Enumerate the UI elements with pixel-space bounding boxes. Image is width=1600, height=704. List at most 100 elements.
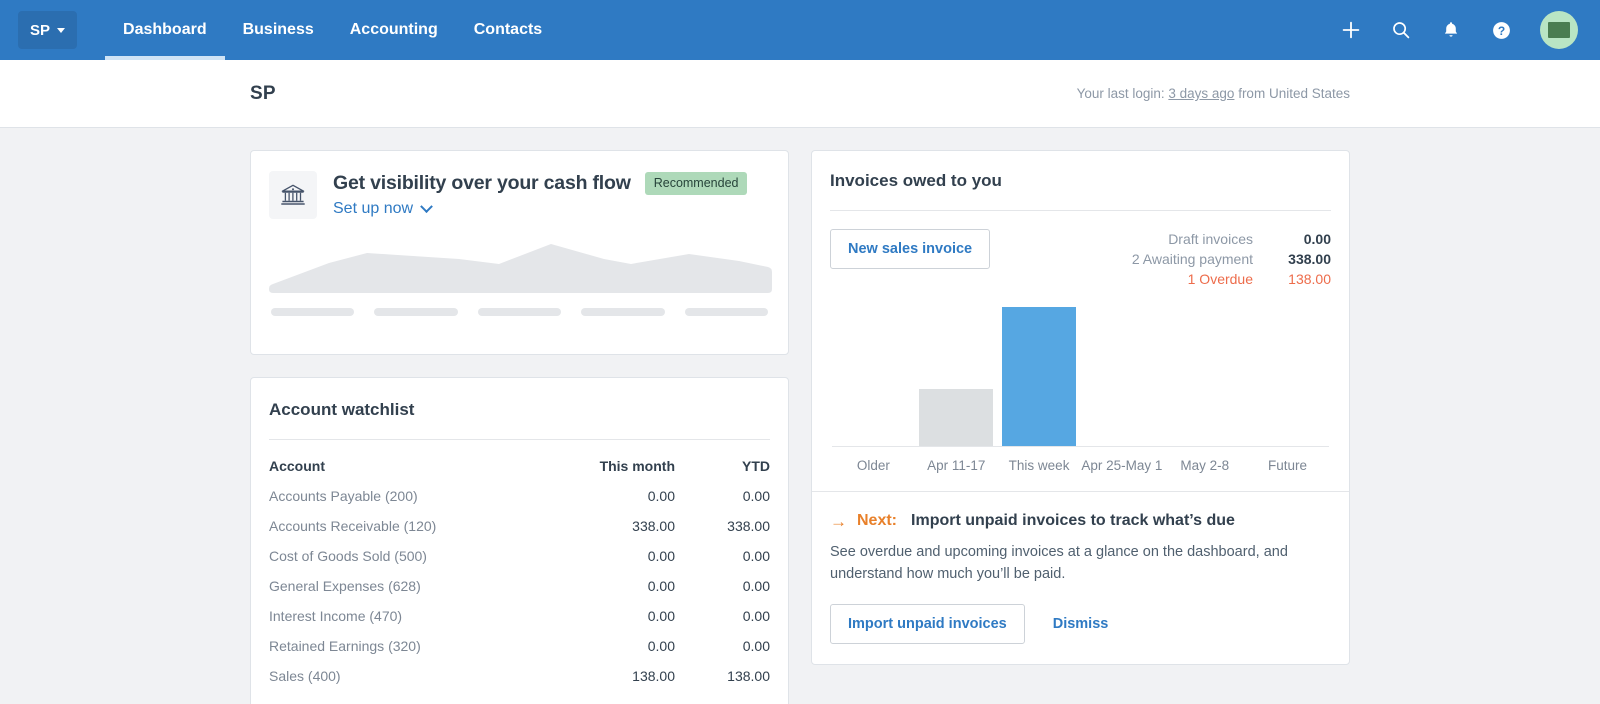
chart-label-older: Older [856, 458, 890, 473]
last-login-link[interactable]: 3 days ago [1168, 86, 1234, 101]
figure-value-draft: 0.00 [1303, 231, 1331, 247]
figure-row-draft[interactable]: Draft invoices 0.00 [1132, 229, 1331, 249]
placeholder-tick [581, 308, 665, 316]
org-switcher-button[interactable]: SP [18, 11, 78, 49]
recommended-badge: Recommended [644, 172, 748, 195]
account-name[interactable]: Accounts Receivable (120) [269, 511, 545, 541]
account-name[interactable]: Sales (400) [269, 661, 545, 691]
next-step-panel: → Next: Import unpaid invoices to track … [812, 491, 1349, 664]
user-avatar[interactable] [1540, 11, 1578, 49]
account-ytd: 338.00 [727, 518, 770, 534]
nav-item-dashboard-label: Dashboard [123, 21, 207, 38]
account-this-month: 0.00 [647, 638, 675, 654]
account-name[interactable]: General Expenses (628) [269, 571, 545, 601]
account-ytd: 0.00 [742, 638, 770, 654]
account-name[interactable]: Retained Earnings (320) [269, 631, 545, 661]
account-this-month: 0.00 [647, 608, 675, 624]
account-this-month: 338.00 [632, 518, 675, 534]
table-row[interactable]: Interest Income (470) 0.00 0.00 [269, 601, 770, 631]
chart-bar-apr-11-17[interactable] [919, 389, 994, 446]
account-name[interactable]: Cost of Goods Sold (500) [269, 541, 545, 571]
chart-x-axis-labels: Older Apr 11-17 This week Apr 25-May 1 M… [832, 447, 1329, 491]
last-login-info: Your last login: 3 days ago from United … [1077, 86, 1350, 101]
chart-label-may-2-8: May 2-8 [1180, 458, 1230, 473]
table-row[interactable]: Accounts Receivable (120) 338.00 338.00 [269, 511, 770, 541]
invoices-section: Invoices owed to you New sales invoice D… [812, 151, 1349, 491]
chart-label-this-week: This week [1008, 458, 1070, 473]
account-watchlist-card: Account watchlist Account This month YTD… [250, 377, 789, 704]
chart-label-apr-11-17: Apr 11-17 [927, 458, 986, 473]
chart-bar-slot-this-week [998, 307, 1081, 446]
figure-value-awaiting: 338.00 [1288, 251, 1331, 267]
figure-label-draft[interactable]: Draft invoices [1168, 231, 1253, 247]
organisation-subheader: SP Your last login: 3 days ago from Unit… [0, 60, 1600, 128]
table-row[interactable]: Accounts Payable (200) 0.00 0.00 [269, 481, 770, 511]
nav-item-dashboard[interactable]: Dashboard [105, 0, 225, 60]
cash-flow-title: Get visibility over your cash flow [333, 172, 631, 194]
chart-bar-slot-apr-25-may-1 [1080, 307, 1163, 446]
figure-row-awaiting[interactable]: 2 Awaiting payment 338.00 [1132, 249, 1331, 269]
arrow-right-icon: → [830, 511, 847, 531]
table-row[interactable]: Sales (400) 138.00 138.00 [269, 661, 770, 691]
last-login-suffix: from United States [1234, 86, 1350, 101]
cash-flow-text: Get visibility over your cash flow Recom… [333, 171, 770, 218]
account-ytd: 0.00 [742, 578, 770, 594]
figure-label-overdue[interactable]: 1 Overdue [1188, 271, 1253, 287]
new-sales-invoice-button[interactable]: New sales invoice [830, 229, 991, 269]
nav-item-accounting[interactable]: Accounting [332, 0, 456, 60]
figure-row-overdue[interactable]: 1 Overdue 138.00 [1132, 269, 1331, 289]
next-label: Next: [857, 512, 898, 529]
plus-icon[interactable] [1338, 17, 1364, 43]
dismiss-button[interactable]: Dismiss [1039, 605, 1123, 643]
column-header-ytd: YTD [742, 458, 770, 474]
set-up-now-link[interactable]: Set up now [333, 199, 433, 218]
account-name[interactable]: Accounts Payable (200) [269, 481, 545, 511]
placeholder-tick [271, 308, 355, 316]
account-name[interactable]: Interest Income (470) [269, 601, 545, 631]
right-column: Invoices owed to you New sales invoice D… [811, 150, 1350, 665]
chart-bar-slot-apr-11-17 [915, 307, 998, 446]
nav-item-contacts[interactable]: Contacts [456, 0, 560, 60]
cash-flow-title-row: Get visibility over your cash flow Recom… [333, 172, 770, 195]
nav-item-business-label: Business [242, 21, 314, 38]
next-step-header: → Next: Import unpaid invoices to track … [830, 512, 1331, 530]
cash-flow-placeholder-chart [269, 241, 772, 296]
table-row[interactable]: General Expenses (628) 0.00 0.00 [269, 571, 770, 601]
bank-icon [269, 171, 317, 219]
placeholder-tick [477, 308, 562, 316]
next-step-description: See overdue and upcoming invoices at a g… [830, 544, 1288, 582]
nav-item-business[interactable]: Business [225, 0, 332, 60]
column-header-this-month: This month [599, 458, 675, 474]
account-ytd: 138.00 [727, 668, 770, 684]
help-question-icon[interactable]: ? [1488, 17, 1514, 43]
import-unpaid-invoices-button[interactable]: Import unpaid invoices [830, 603, 1025, 644]
account-this-month: 0.00 [647, 578, 675, 594]
chart-bar-this-week[interactable] [1002, 307, 1077, 446]
table-header: Account This month YTD [269, 440, 770, 481]
invoices-summary: New sales invoice Draft invoices 0.00 2 … [830, 211, 1331, 289]
nav-item-contacts-label: Contacts [473, 21, 543, 38]
page-title: SP [250, 82, 276, 104]
next-step-actions: Import unpaid invoices Dismiss [830, 603, 1331, 644]
chart-bar-slot-older [832, 307, 915, 446]
org-switcher-label: SP [30, 21, 51, 39]
account-this-month: 138.00 [632, 668, 675, 684]
account-ytd: 0.00 [742, 548, 770, 564]
placeholder-tick [684, 308, 769, 316]
cash-flow-header: Get visibility over your cash flow Recom… [269, 171, 770, 219]
figure-label-awaiting[interactable]: 2 Awaiting payment [1132, 251, 1253, 267]
main-menu: Dashboard Business Accounting Contacts [105, 0, 560, 60]
notifications-bell-icon[interactable] [1438, 17, 1464, 43]
table-row[interactable]: Retained Earnings (320) 0.00 0.00 [269, 631, 770, 661]
invoices-owed-card: Invoices owed to you New sales invoice D… [811, 150, 1350, 665]
chevron-down-icon [420, 199, 433, 213]
chart-bars [832, 307, 1329, 447]
left-column: Get visibility over your cash flow Recom… [250, 150, 789, 704]
subheader-inner: SP Your last login: 3 days ago from Unit… [250, 83, 1350, 105]
table-row[interactable]: Cost of Goods Sold (500) 0.00 0.00 [269, 541, 770, 571]
search-icon[interactable] [1388, 17, 1414, 43]
account-watchlist-title: Account watchlist [269, 400, 415, 419]
placeholder-tick [374, 308, 458, 316]
cash-flow-placeholder-ticks [269, 308, 770, 316]
dashboard-content: Get visibility over your cash flow Recom… [250, 128, 1350, 704]
